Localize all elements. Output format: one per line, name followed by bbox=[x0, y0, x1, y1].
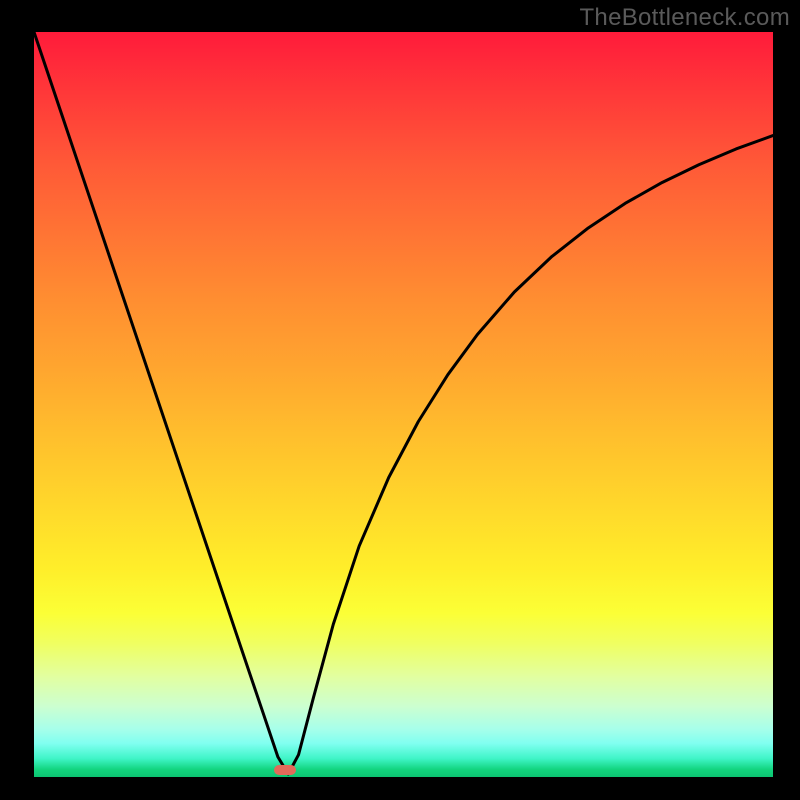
bottleneck-marker bbox=[274, 765, 296, 775]
plot-area bbox=[34, 32, 773, 777]
curve-svg bbox=[34, 32, 773, 777]
watermark-text: TheBottleneck.com bbox=[579, 4, 790, 32]
chart-frame: TheBottleneck.com bbox=[0, 0, 800, 800]
